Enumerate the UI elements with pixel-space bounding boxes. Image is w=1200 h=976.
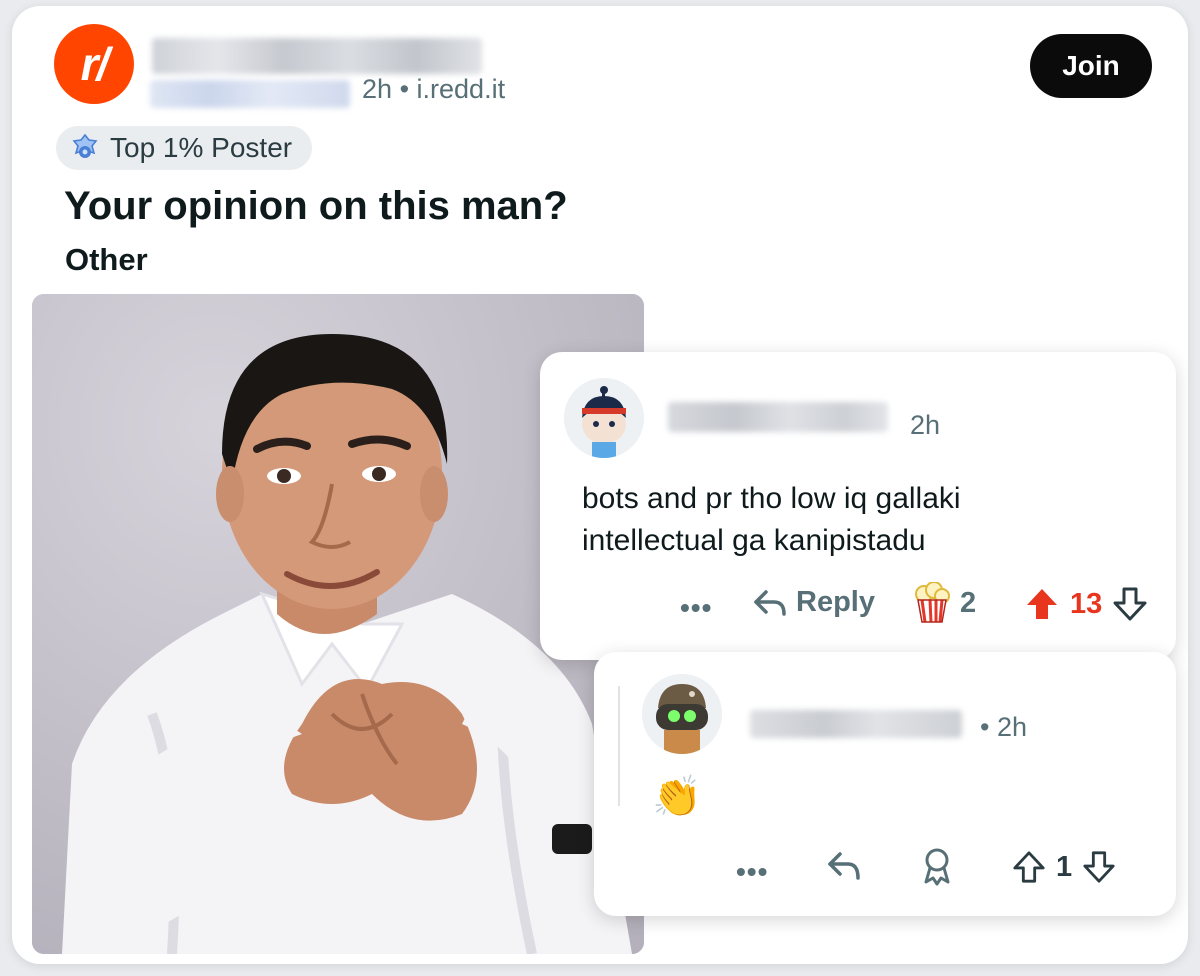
thread-line (618, 686, 620, 806)
commenter-name-redacted[interactable] (750, 710, 962, 738)
score: 13 (1070, 587, 1103, 620)
award-button[interactable]: 2 (912, 582, 976, 624)
user-flair-badge: Top 1% Poster (56, 126, 313, 170)
subreddit-name-redacted[interactable] (152, 38, 482, 74)
comment-line: bots and pr tho low iq gallaki (582, 482, 961, 515)
post-flair-tag[interactable]: Other (65, 242, 148, 278)
more-options-button[interactable]: ••• (736, 856, 768, 888)
score: 1 (1056, 850, 1073, 883)
downvote-icon[interactable] (1112, 586, 1148, 622)
comment-body: bots and pr tho low iq gallaki intellect… (582, 478, 961, 562)
award-icon[interactable] (920, 846, 954, 886)
post-card: r/ 2h • i.redd.it Join Top 1% Poster You… (12, 6, 1188, 964)
join-button[interactable]: Join (1030, 34, 1152, 98)
more-options-button[interactable]: ••• (680, 592, 712, 624)
reply-comment-card: • 2h 👏 ••• 1 (594, 652, 1176, 916)
reply-icon (754, 589, 786, 616)
subreddit-icon[interactable]: r/ (54, 24, 134, 104)
snoo-avatar-icon (564, 378, 644, 458)
post-meta: 2h • i.redd.it (362, 74, 505, 105)
upvote-filled-icon[interactable] (1024, 586, 1060, 622)
comment-line: intellectual ga kanipistadu (582, 524, 926, 557)
post-title[interactable]: Your opinion on this man? (64, 184, 568, 229)
popcorn-award-icon (915, 582, 950, 623)
reply-button[interactable]: Reply (752, 586, 875, 619)
comment-card: 2h bots and pr tho low iq gallaki intell… (540, 352, 1176, 660)
flair-label: Top 1% Poster (110, 132, 293, 163)
post-domain[interactable]: i.redd.it (417, 74, 506, 104)
avatar[interactable] (564, 378, 644, 458)
comment-body: 👏 (652, 775, 702, 819)
avatar[interactable] (642, 674, 722, 754)
vote-controls: 1 (1012, 850, 1116, 884)
snoo-avatar-icon (642, 674, 722, 754)
username-redacted[interactable] (150, 80, 350, 108)
comment-time: 2h (910, 410, 941, 440)
commenter-name-redacted[interactable] (668, 402, 888, 432)
vote-controls: 13 (1024, 586, 1148, 622)
reply-icon[interactable] (826, 850, 862, 882)
reply-label: Reply (796, 586, 875, 618)
meta-separator: • (399, 74, 410, 104)
upvote-icon[interactable] (1012, 850, 1046, 884)
award-count: 2 (960, 586, 977, 619)
top-poster-icon (72, 133, 98, 158)
downvote-icon[interactable] (1082, 850, 1116, 884)
comment-time: • 2h (980, 712, 1027, 742)
post-age: 2h (362, 74, 393, 104)
